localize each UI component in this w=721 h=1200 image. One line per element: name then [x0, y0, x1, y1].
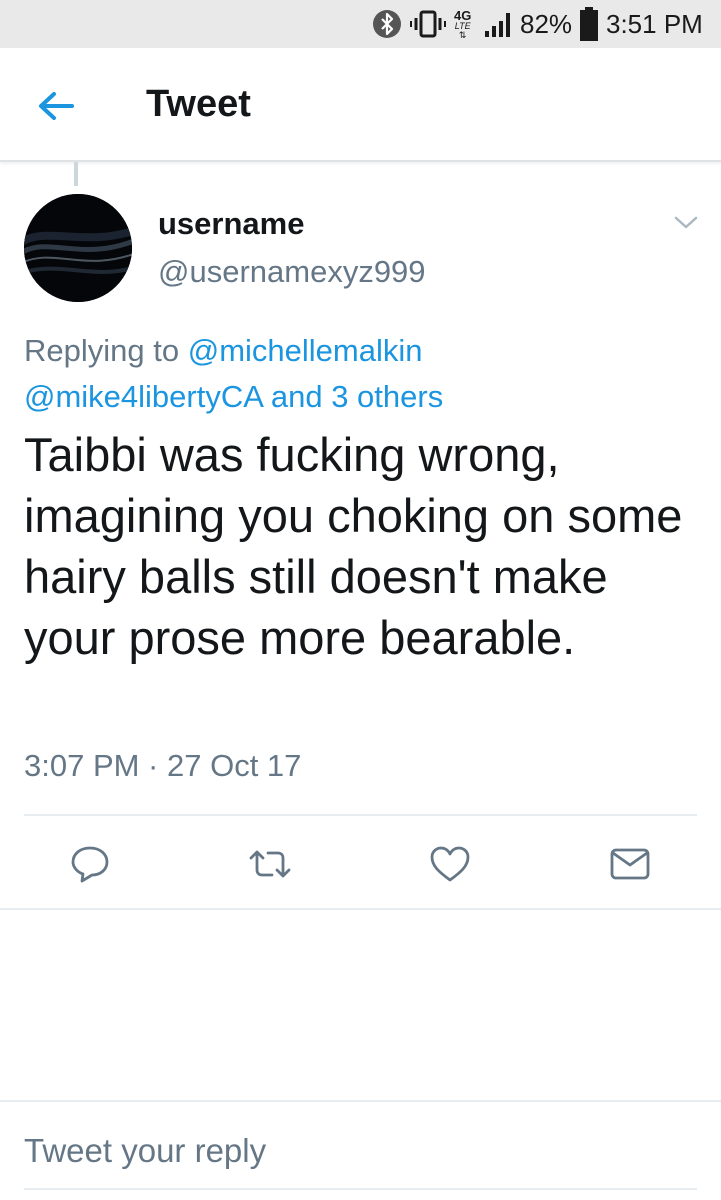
- battery-icon: [580, 0, 598, 48]
- signal-icon: [484, 0, 514, 48]
- message-icon: [610, 848, 650, 880]
- mention-link[interactable]: @mike4libertyCA: [24, 379, 262, 414]
- battery-percent: 82%: [520, 8, 573, 39]
- reply-icon: [71, 846, 109, 883]
- replying-to-line: Replying to @michellemalkin @mike4libert…: [24, 328, 704, 420]
- reply-input-underline: [24, 1188, 697, 1190]
- vibrate-icon: [410, 0, 446, 48]
- divider: [0, 908, 721, 910]
- page-title: Tweet: [146, 83, 251, 125]
- reply-box-top-border: [0, 1100, 721, 1102]
- others-link[interactable]: 3 others: [331, 379, 443, 414]
- thread-connector: [74, 162, 78, 186]
- divider: [24, 814, 697, 816]
- like-button[interactable]: [422, 836, 478, 892]
- bluetooth-icon: [372, 0, 402, 48]
- arrow-left-icon: [39, 92, 74, 120]
- retweet-button[interactable]: [242, 836, 298, 892]
- replying-and: and: [270, 379, 323, 414]
- direct-message-button[interactable]: [602, 836, 658, 892]
- chevron-down-icon: [674, 216, 698, 229]
- more-options-button[interactable]: [668, 208, 704, 238]
- network-label: 4G: [454, 7, 472, 23]
- clock: 3:51 PM: [606, 8, 703, 39]
- like-icon: [430, 846, 470, 882]
- tweet-text: Taibbi was fucking wrong, imagining you …: [24, 428, 683, 664]
- display-name[interactable]: username: [158, 206, 304, 242]
- reply-button[interactable]: [62, 836, 118, 892]
- status-bar: 4G LTE ⇅ 82% 3:51 PM: [0, 0, 721, 48]
- reply-input[interactable]: Tweet your reply: [24, 1132, 266, 1170]
- avatar[interactable]: [24, 194, 132, 302]
- network-icon: 4G LTE ⇅: [454, 7, 472, 40]
- replying-prefix: Replying to: [24, 333, 180, 368]
- retweet-icon: [249, 850, 291, 878]
- tweet-timestamp: 3:07 PM · 27 Oct 17: [24, 748, 302, 783]
- mention-link[interactable]: @michellemalkin: [188, 333, 423, 368]
- back-button[interactable]: [28, 78, 84, 134]
- app-bar: Tweet: [0, 48, 721, 162]
- user-handle[interactable]: @usernamexyz999: [158, 254, 426, 290]
